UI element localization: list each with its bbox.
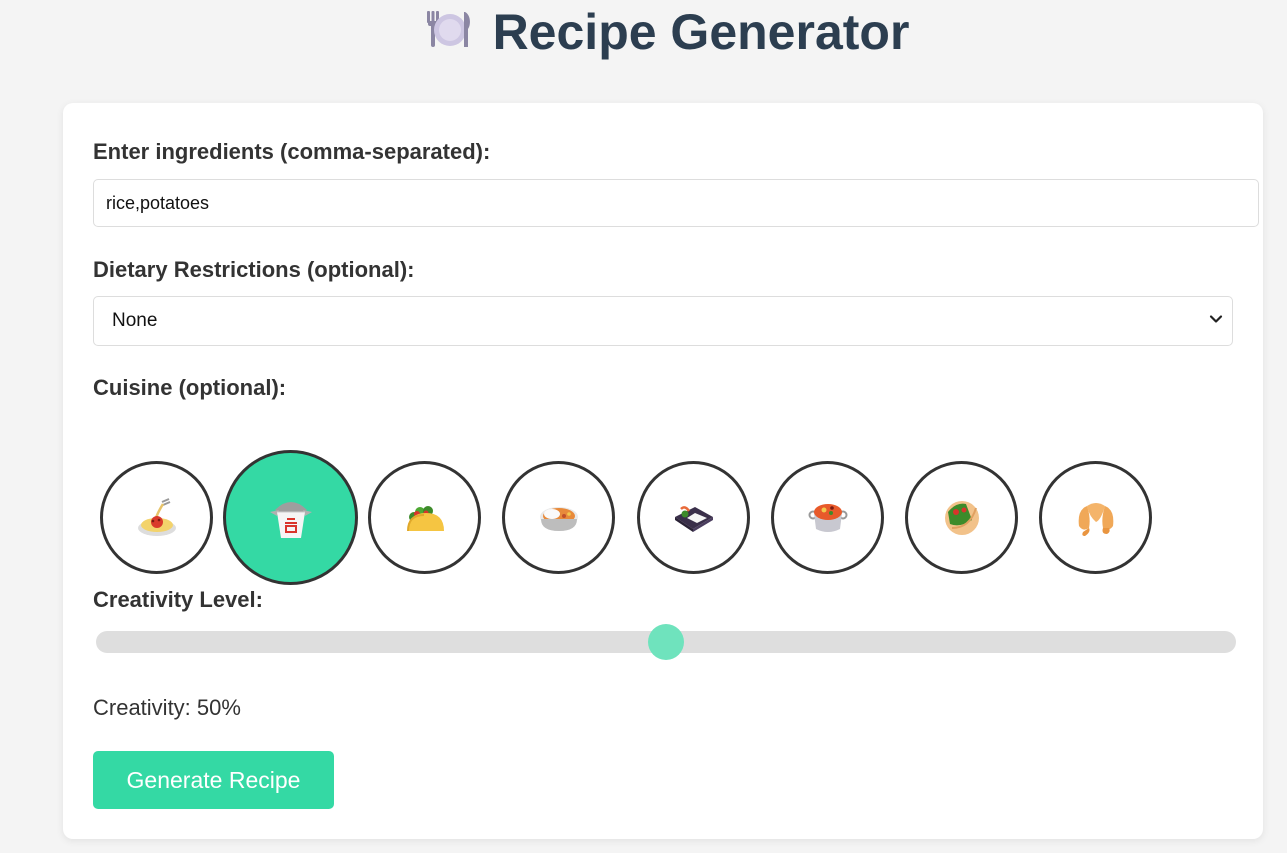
page-title: Recipe Generator <box>0 4 1287 64</box>
dietary-label: Dietary Restrictions (optional): <box>93 257 415 282</box>
dietary-select[interactable]: None <box>93 296 1233 346</box>
creativity-slider-thumb[interactable] <box>648 624 684 660</box>
creativity-value-text: Creativity: 50% <box>93 695 241 720</box>
croissant-icon <box>1078 502 1113 536</box>
takeout-box-icon <box>269 501 312 538</box>
cuisine-button-mexican[interactable] <box>368 461 481 574</box>
cuisine-button-bakery[interactable] <box>1039 461 1152 574</box>
generate-recipe-button[interactable]: Generate Recipe <box>93 751 334 809</box>
chevron-down-icon <box>1208 311 1224 333</box>
creativity-slider[interactable] <box>96 624 1236 660</box>
cuisine-button-mediterranean[interactable] <box>905 461 1018 574</box>
bento-box-icon <box>674 505 713 532</box>
page-title-text: Recipe Generator <box>492 4 910 60</box>
cuisine-label: Cuisine (optional): <box>93 375 287 400</box>
cuisine-button-italian[interactable] <box>100 461 213 574</box>
cuisine-button-japanese[interactable] <box>637 461 750 574</box>
spaghetti-icon <box>137 497 176 536</box>
creativity-label: Creativity Level: <box>93 587 263 612</box>
cuisine-button-indian[interactable] <box>502 461 615 574</box>
recipe-form-card: Enter ingredients (comma-separated): Die… <box>63 103 1263 839</box>
curry-rice-icon <box>539 506 578 531</box>
ingredients-label: Enter ingredients (comma-separated): <box>93 139 491 164</box>
ingredients-input[interactable] <box>93 179 1259 227</box>
plate-with-cutlery-icon <box>425 4 473 60</box>
cuisine-button-french[interactable] <box>771 461 884 574</box>
pot-of-food-icon <box>808 503 847 532</box>
stuffed-flatbread-icon <box>944 500 979 535</box>
dietary-selected-value: None <box>112 310 158 331</box>
cuisine-button-chinese[interactable] <box>223 450 358 585</box>
taco-icon <box>406 505 444 531</box>
